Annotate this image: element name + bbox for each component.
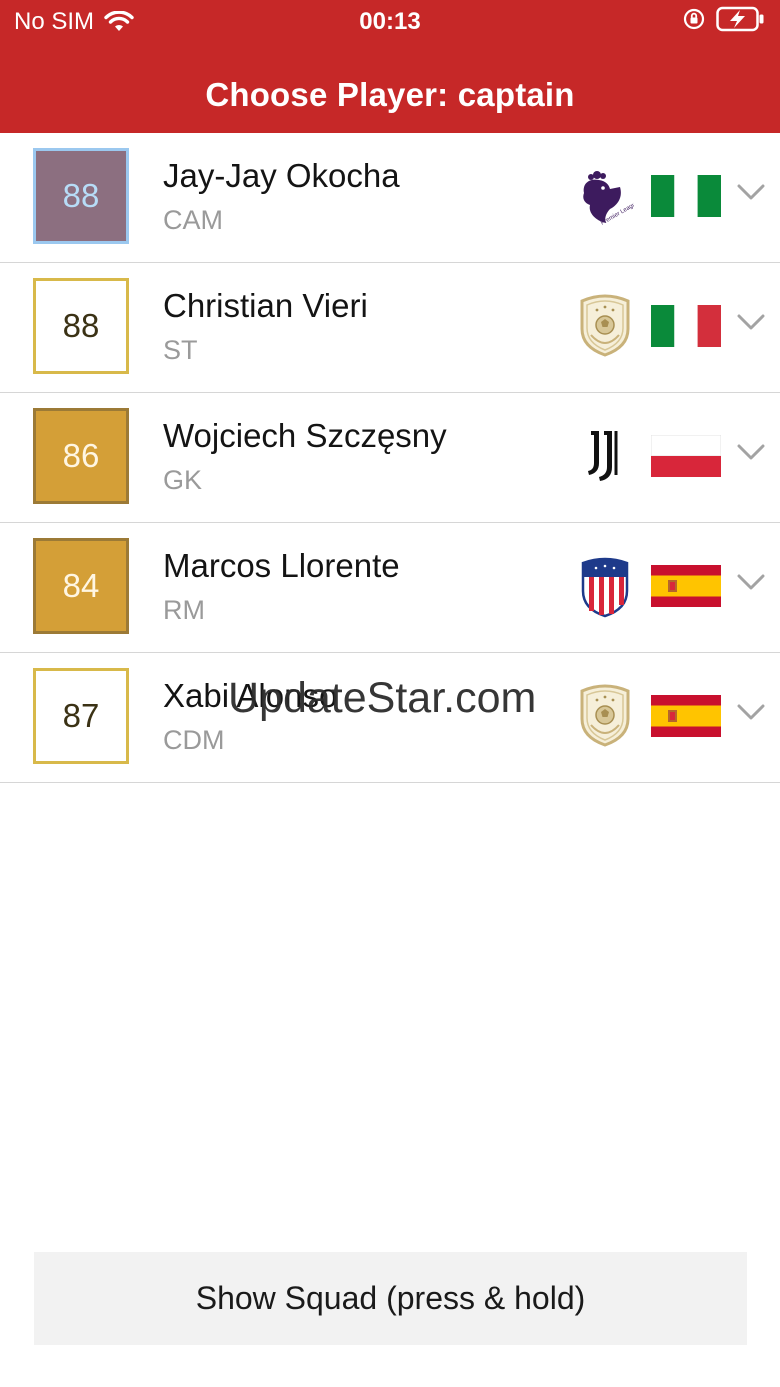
app-header: No SIM 00:13 Choose Player: captain [0, 0, 780, 133]
chevron-down-icon[interactable] [735, 699, 767, 725]
show-squad-button[interactable]: Show Squad (press & hold) [34, 1252, 747, 1345]
player-rating-card: 88 [33, 278, 129, 374]
player-row[interactable]: 86 Wojciech Szczęsny GK [0, 393, 780, 523]
orientation-lock-icon [683, 8, 705, 30]
icons-badge-icon [580, 684, 630, 747]
player-row[interactable]: 84 Marcos Llorente RM [0, 523, 780, 653]
status-bar: No SIM 00:13 [0, 0, 780, 44]
player-row[interactable]: 88 Jay-Jay Okocha CAM Premier League [0, 133, 780, 263]
player-position: GK [163, 465, 203, 495]
player-position: CAM [163, 205, 223, 235]
player-position: ST [163, 335, 198, 365]
player-rating-card: 84 [33, 538, 129, 634]
icons-badge-icon [580, 294, 630, 357]
player-name: Wojciech Szczęsny [163, 417, 447, 454]
player-list: 88 Jay-Jay Okocha CAM Premier League 88 … [0, 133, 780, 783]
player-position: RM [163, 595, 205, 625]
player-rating-card: 88 [33, 148, 129, 244]
premier-league-icon: Premier League [583, 171, 634, 227]
player-rating-card: 86 [33, 408, 129, 504]
spain-flag [651, 695, 721, 737]
chevron-down-icon[interactable] [735, 309, 767, 335]
battery-charging-icon [716, 6, 764, 32]
status-right [682, 6, 766, 32]
italy-flag [651, 305, 721, 347]
chevron-down-icon[interactable] [735, 439, 767, 465]
player-row[interactable]: 87 Xabi Alonso CDM [0, 653, 780, 783]
atletico-madrid-icon [581, 557, 629, 618]
spain-flag [651, 565, 721, 607]
player-position: CDM [163, 725, 225, 755]
chevron-down-icon[interactable] [735, 179, 767, 205]
player-name: Christian Vieri [163, 287, 368, 324]
chevron-down-icon[interactable] [735, 569, 767, 595]
player-name: Jay-Jay Okocha [163, 157, 400, 194]
juventus-icon [588, 431, 618, 481]
player-row[interactable]: 88 Christian Vieri ST [0, 263, 780, 393]
page-title: Choose Player: captain [205, 76, 575, 113]
nigeria-flag [651, 175, 721, 217]
poland-flag [651, 435, 721, 477]
player-name: Xabi Alonso [163, 677, 338, 714]
player-name: Marcos Llorente [163, 547, 400, 584]
status-time: 00:13 [359, 8, 421, 35]
player-rating-card: 87 [33, 668, 129, 764]
